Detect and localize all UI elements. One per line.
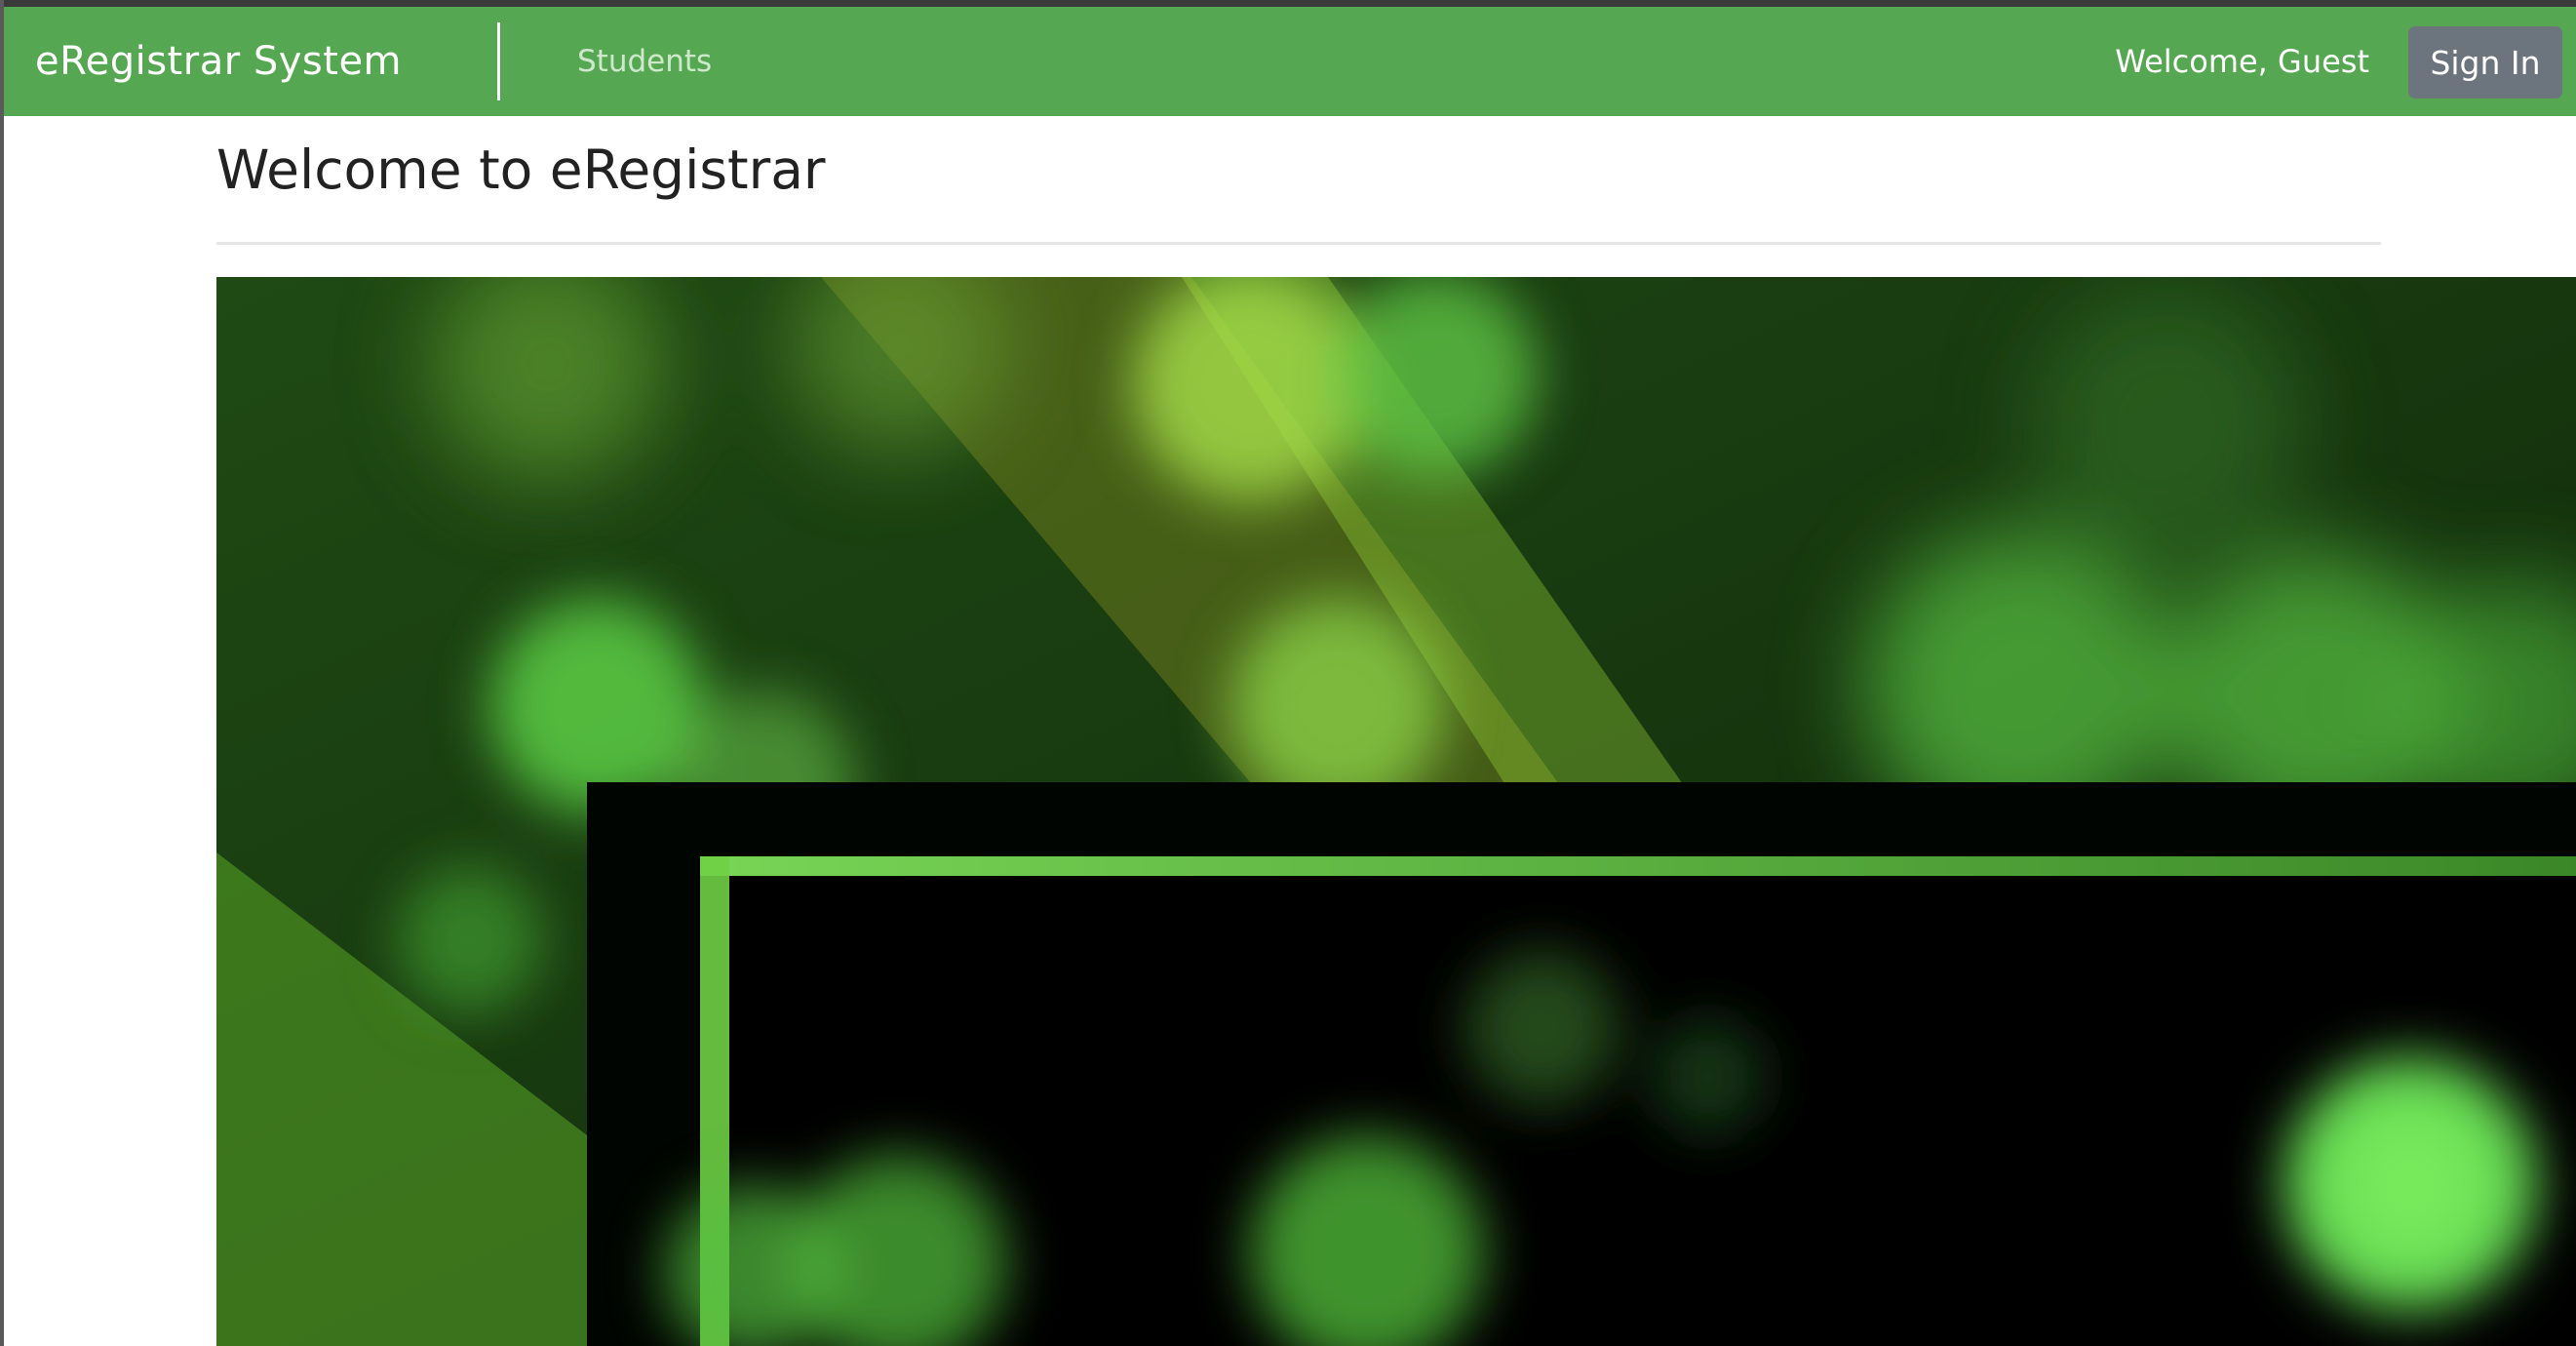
window-left-border [0, 0, 4, 1346]
title-divider [216, 242, 2381, 245]
page-title: Welcome to eRegistrar [216, 139, 826, 201]
hero-graphic [216, 277, 2576, 1346]
nav-item-students[interactable]: Students [577, 7, 712, 116]
sign-in-button[interactable]: Sign In [2408, 26, 2562, 99]
nav-divider [497, 22, 500, 100]
window-top-border [0, 0, 2576, 7]
brand-link[interactable]: eRegistrar System [35, 7, 402, 116]
browser-viewport: eRegistrar System Students Welcome, Gues… [0, 0, 2576, 1346]
hero-banner-image [216, 277, 2576, 1346]
top-navbar: eRegistrar System Students Welcome, Gues… [4, 7, 2576, 116]
welcome-text: Welcome, Guest [2115, 43, 2369, 80]
